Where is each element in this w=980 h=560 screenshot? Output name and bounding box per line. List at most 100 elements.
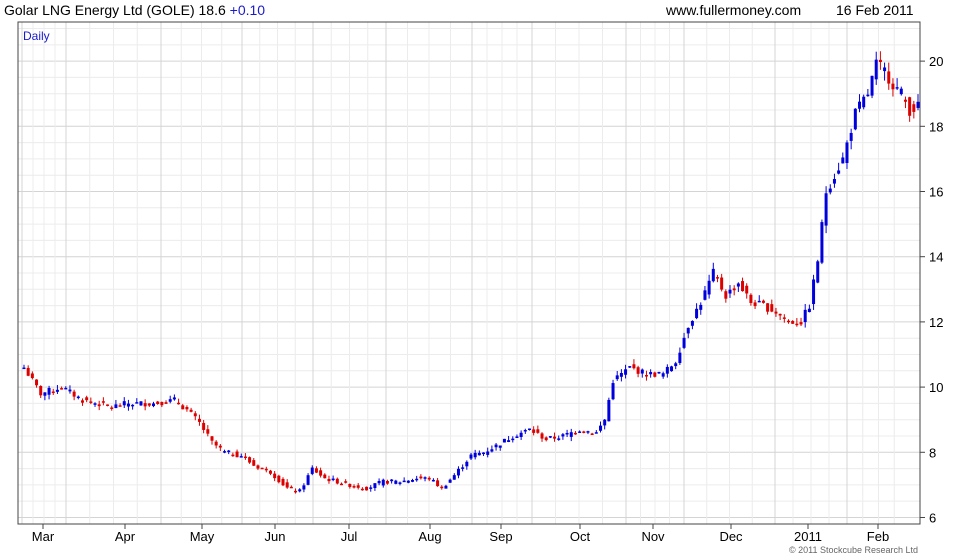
candle (327, 475, 331, 484)
candle (490, 445, 494, 453)
candle (832, 173, 836, 188)
candle-body (782, 317, 786, 319)
candle-body (156, 401, 160, 405)
candle (682, 332, 686, 350)
candle-body (331, 478, 335, 481)
y-tick-label: 20 (929, 54, 943, 69)
candle-body (277, 475, 281, 483)
candle-body (461, 467, 465, 469)
candle (766, 303, 770, 315)
candle-body (110, 407, 114, 409)
candle (874, 51, 878, 85)
candle (260, 467, 264, 470)
candle-body (22, 367, 26, 370)
candle (548, 436, 552, 439)
candle (544, 436, 548, 442)
candle (540, 432, 544, 442)
candle-body (394, 480, 398, 484)
candle-body (335, 478, 339, 484)
candle-body (68, 389, 72, 392)
candle-body (239, 456, 243, 458)
candle-body (189, 409, 193, 412)
candle (724, 289, 728, 303)
candle (185, 405, 189, 412)
candle (47, 385, 51, 400)
candle-body (665, 366, 669, 374)
candle-body (477, 452, 481, 456)
candle (498, 445, 502, 451)
candle-body (452, 475, 456, 480)
candle-body (828, 188, 832, 193)
candle (135, 398, 139, 404)
candle-body (728, 289, 732, 294)
candle (841, 152, 845, 164)
candle (139, 401, 143, 406)
candle-body (43, 392, 47, 396)
candle (803, 303, 807, 328)
candle-body (523, 430, 527, 432)
candle (281, 477, 285, 487)
candle (314, 466, 318, 474)
candle (431, 478, 435, 482)
candle-body (903, 99, 907, 102)
candle (172, 394, 176, 401)
x-tick-label: 2011 (794, 529, 822, 544)
candle (908, 96, 912, 122)
candle (97, 400, 101, 411)
candle-body (862, 96, 866, 108)
candle (331, 475, 335, 482)
candle (778, 313, 782, 321)
candle-body (360, 488, 364, 491)
y-tick-label: 12 (929, 315, 943, 330)
candle (126, 399, 130, 411)
candle-body (164, 402, 168, 404)
candle-body (97, 404, 101, 407)
candle-body (548, 436, 552, 438)
candle-body (390, 479, 394, 482)
candle (899, 86, 903, 96)
candle-body (690, 320, 694, 326)
candle (878, 51, 882, 70)
candle (653, 371, 657, 378)
candle-body (858, 101, 862, 109)
candle-body (678, 352, 682, 363)
candle-body (323, 474, 327, 479)
candle (189, 407, 193, 413)
candle (285, 479, 289, 489)
candle-body (101, 401, 105, 403)
candle-body (853, 108, 857, 130)
candle-body (122, 401, 126, 406)
candle-body (887, 71, 891, 84)
candle (452, 473, 456, 480)
candle-body (611, 383, 615, 400)
candle-body (515, 436, 519, 438)
candle-body (339, 483, 343, 486)
candle-body (193, 413, 197, 417)
candle (761, 299, 765, 304)
candle (715, 274, 719, 283)
candle-body (519, 432, 523, 437)
candle-body (557, 438, 561, 440)
candle (644, 370, 648, 381)
candle-body (778, 313, 782, 316)
candle-body (866, 94, 870, 97)
candle (686, 327, 690, 339)
candle (916, 94, 920, 111)
candle-body (736, 283, 740, 287)
candle-body (553, 436, 557, 439)
candle-body (891, 83, 895, 90)
candle-body (644, 375, 648, 377)
candle (235, 449, 239, 458)
candle-body (820, 222, 824, 263)
candle (665, 364, 669, 378)
candle (26, 365, 30, 377)
candle (507, 436, 511, 443)
candle (231, 452, 235, 457)
period-label: Daily (23, 29, 50, 43)
candle (599, 421, 603, 433)
candle-body (724, 291, 728, 299)
candle (110, 405, 114, 411)
candle-body (707, 280, 711, 295)
candle-body (536, 429, 540, 433)
candle (862, 94, 866, 110)
